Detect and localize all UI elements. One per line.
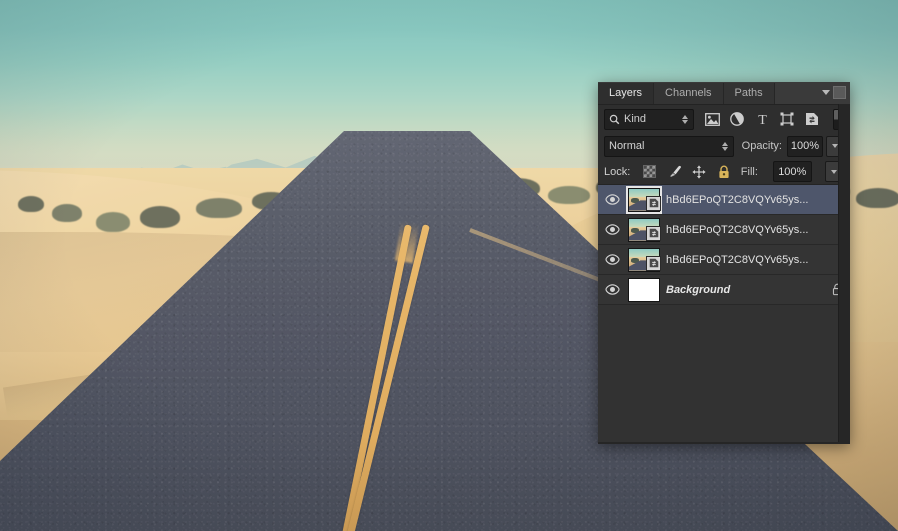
opacity-value: 100%	[790, 140, 820, 152]
layer-row[interactable]: hBd6EPoQT2C8VQYv65ys...	[598, 215, 850, 245]
panel-tab-bar: Layers Channels Paths	[598, 82, 850, 105]
filter-kind-dropdown[interactable]: Kind	[604, 108, 694, 130]
vegetation-clump	[18, 196, 44, 212]
lock-label: Lock:	[604, 165, 631, 178]
layer-name[interactable]: hBd6EPoQT2C8VQYv65ys...	[662, 224, 824, 236]
layer-name[interactable]: hBd6EPoQT2C8VQYv65ys...	[662, 194, 824, 206]
smart-object-badge-icon	[646, 255, 661, 271]
chevron-down-icon[interactable]	[822, 90, 830, 95]
fill-value: 100%	[778, 165, 807, 178]
vegetation-clump	[140, 206, 180, 228]
filter-icon-group: T	[704, 111, 821, 128]
lock-all-icon[interactable]	[716, 164, 731, 179]
filter-adjustment-layers-icon[interactable]	[729, 111, 746, 128]
opacity-label: Opacity:	[741, 140, 782, 152]
layer-row[interactable]: hBd6EPoQT2C8VQYv65ys...	[598, 185, 850, 215]
tab-layers-label: Layers	[609, 87, 643, 99]
blend-mode-value: Normal	[609, 140, 645, 152]
lock-transparent-pixels-icon[interactable]	[642, 164, 657, 179]
layer-thumbnail-wrap[interactable]	[626, 247, 662, 272]
vegetation-clump	[96, 212, 130, 232]
search-icon	[609, 114, 620, 124]
layer-thumbnail-wrap[interactable]	[626, 277, 662, 302]
lock-position-icon[interactable]	[692, 164, 707, 179]
svg-text:T: T	[758, 113, 767, 126]
panel-bottom-edge	[598, 442, 850, 444]
smart-object-badge-icon	[646, 195, 661, 211]
vegetation-clump	[856, 188, 898, 208]
layer-row[interactable]: hBd6EPoQT2C8VQYv65ys...	[598, 245, 850, 275]
lock-image-pixels-icon[interactable]	[667, 164, 682, 179]
opacity-input[interactable]: 100%	[787, 135, 823, 157]
panel-menu-group[interactable]	[822, 86, 846, 99]
background-layer-thumbnail[interactable]	[628, 277, 660, 302]
tab-paths[interactable]: Paths	[723, 83, 775, 104]
layer-visibility-icon[interactable]	[598, 194, 626, 205]
lock-row: Lock: Fill: 100%	[598, 159, 850, 184]
tab-layers[interactable]: Layers	[598, 83, 655, 104]
filter-type-layers-icon[interactable]: T	[754, 111, 771, 128]
filter-shape-layers-icon[interactable]	[779, 111, 796, 128]
tab-channels-label: Channels	[665, 87, 712, 99]
fill-input[interactable]: 100%	[772, 161, 812, 182]
tab-channels[interactable]: Channels	[654, 83, 724, 104]
blend-mode-row: Normal Opacity: 100%	[598, 133, 850, 159]
layer-name[interactable]: hBd6EPoQT2C8VQYv65ys...	[662, 254, 824, 266]
filter-pixel-layers-icon[interactable]	[704, 111, 721, 128]
layer-visibility-icon[interactable]	[598, 224, 626, 235]
layer-visibility-icon[interactable]	[598, 284, 626, 295]
layers-panel[interactable]: Layers Channels Paths Kind T Normal Opac…	[598, 82, 850, 444]
blend-mode-dropdown[interactable]: Normal	[604, 135, 734, 157]
layer-row[interactable]: Background	[598, 275, 850, 305]
tab-paths-label: Paths	[734, 87, 763, 99]
layer-visibility-icon[interactable]	[598, 254, 626, 265]
smart-object-badge-icon	[646, 225, 661, 241]
panel-collapse-icon[interactable]	[833, 86, 846, 99]
fill-label: Fill:	[740, 165, 758, 178]
panel-side-rail[interactable]	[838, 104, 850, 444]
vegetation-clump	[52, 204, 82, 222]
vegetation-clump	[548, 186, 590, 204]
vegetation-clump	[196, 198, 242, 218]
layer-list[interactable]: hBd6EPoQT2C8VQYv65ys... hBd6EPoQT2C8VQYv…	[598, 185, 850, 442]
layer-thumbnail-wrap[interactable]	[626, 185, 662, 214]
layer-list-empty-area[interactable]	[598, 305, 850, 442]
filter-kind-label: Kind	[624, 113, 647, 125]
layer-thumbnail-wrap[interactable]	[626, 217, 662, 242]
filter-row: Kind T	[598, 105, 850, 133]
layer-name[interactable]: Background	[662, 284, 824, 296]
blend-stepper-icon[interactable]	[721, 141, 728, 151]
stepper-updown-icon[interactable]	[681, 114, 688, 124]
filter-smart-objects-icon[interactable]	[804, 111, 821, 128]
